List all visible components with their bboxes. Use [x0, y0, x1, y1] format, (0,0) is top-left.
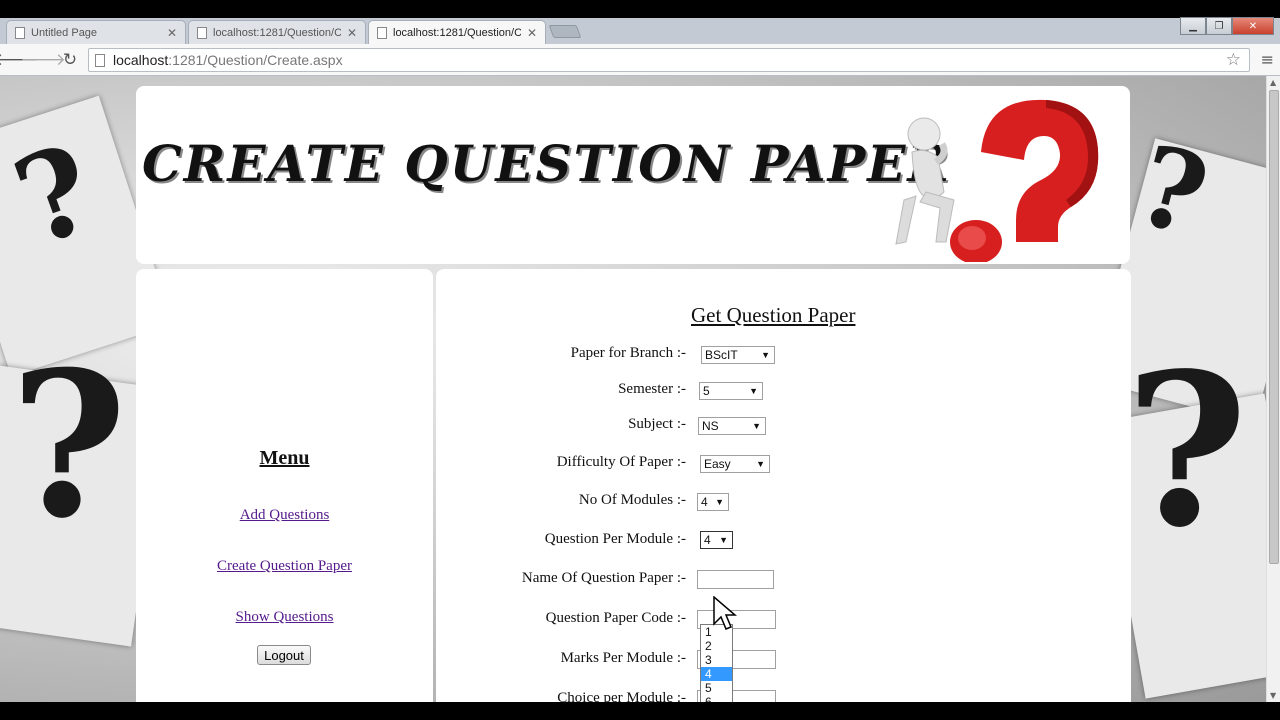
thinking-man-question-mark-icon [895, 99, 1099, 262]
browser-toolbar: 🡐 🡒 ↻ localhost:1281/Question/Create.asp… [0, 44, 1280, 76]
url-path: :1281/Question/Create.aspx [168, 52, 343, 68]
dropdown-option-highlighted[interactable]: 4 [701, 667, 732, 681]
difficulty-select[interactable]: Easy ▼ [700, 455, 770, 473]
tab-label: localhost:1281/Question/C [213, 26, 341, 39]
chevron-down-icon: ▼ [756, 459, 765, 469]
close-icon[interactable]: ✕ [347, 26, 357, 40]
mouse-cursor-icon [713, 596, 737, 630]
logout-button[interactable]: Logout [257, 645, 311, 665]
tab-localhost-question-2[interactable]: localhost:1281/Question/C ✕ [368, 20, 546, 45]
add-questions-link[interactable]: Add Questions [136, 507, 433, 524]
tab-label: localhost:1281/Question/C [393, 27, 521, 39]
dropdown-option[interactable]: 6 [701, 695, 732, 702]
form-title: Get Question Paper [691, 303, 856, 327]
taskbar-edge [0, 702, 1280, 720]
choice-label: Choice per Module :- [557, 690, 686, 702]
question-mark-decoration: ? [1125, 327, 1249, 574]
chevron-down-icon: ▼ [715, 497, 724, 507]
menu-icon[interactable]: ≡ [1261, 50, 1274, 69]
form-panel: Get Question Paper Paper for Branch :- B… [436, 269, 1131, 702]
name-label: Name Of Question Paper :- [521, 570, 686, 586]
tab-untitled-page[interactable]: Untitled Page ✕ [6, 20, 186, 44]
create-question-paper-link[interactable]: Create Question Paper [136, 558, 433, 575]
branch-select[interactable]: BScIT ▼ [701, 346, 775, 364]
window-controls: ▁ ❐ ✕ [1180, 17, 1274, 35]
page-scrollbar[interactable]: ▲ ▼ [1266, 76, 1280, 702]
modules-select[interactable]: 4 ▼ [697, 493, 729, 511]
address-bar[interactable]: localhost:1281/Question/Create.aspx ☆ [88, 48, 1250, 72]
qpm-dropdown-list[interactable]: 1 2 3 4 5 6 7 8 [700, 624, 733, 702]
question-mark-decoration: ? [10, 328, 128, 563]
modules-label: No Of Modules :- [578, 492, 686, 508]
page-icon [95, 53, 105, 67]
dropdown-option[interactable]: 3 [701, 653, 732, 667]
close-icon[interactable]: ✕ [167, 26, 177, 40]
difficulty-value: Easy [704, 457, 731, 471]
chevron-down-icon: ▼ [749, 386, 758, 396]
difficulty-label: Difficulty Of Paper :- [556, 454, 686, 470]
semester-select[interactable]: 5 ▼ [699, 382, 763, 400]
modules-value: 4 [701, 495, 708, 509]
bookmark-star-icon[interactable]: ☆ [1226, 50, 1241, 70]
window-close-icon[interactable]: ✕ [1232, 17, 1274, 35]
paper-name-input[interactable] [697, 570, 774, 589]
dropdown-option[interactable]: 5 [701, 681, 732, 695]
page-icon [377, 27, 387, 39]
subject-label: Subject :- [628, 416, 686, 432]
page-icon [15, 26, 25, 39]
scroll-thumb[interactable] [1269, 90, 1279, 564]
code-label: Question Paper Code :- [545, 610, 686, 626]
qpm-label: Question Per Module :- [544, 531, 686, 547]
menu-title: Menu [259, 447, 310, 469]
marks-label: Marks Per Module :- [560, 650, 686, 666]
tab-label: Untitled Page [31, 26, 98, 39]
dropdown-option[interactable]: 2 [701, 639, 732, 653]
page-icon [197, 26, 207, 39]
chevron-down-icon: ▼ [761, 350, 770, 360]
qpm-select[interactable]: 4 ▼ [700, 531, 733, 549]
forward-icon[interactable]: 🡒 [20, 49, 66, 71]
title-bar [0, 0, 1280, 18]
reload-icon[interactable]: ↻ [59, 49, 81, 71]
branch-value: BScIT [705, 348, 738, 362]
header-banner: CREATE QUESTION PAPER [136, 86, 1130, 264]
new-tab-button[interactable] [548, 25, 582, 38]
subject-select[interactable]: NS ▼ [698, 417, 766, 435]
chevron-down-icon: ▼ [752, 421, 761, 431]
close-icon[interactable]: ✕ [527, 26, 537, 40]
tab-localhost-question-1[interactable]: localhost:1281/Question/C ✕ [188, 20, 366, 44]
browser-chrome: Untitled Page ✕ localhost:1281/Question/… [0, 0, 1280, 76]
qpm-value: 4 [704, 533, 711, 547]
show-questions-link[interactable]: Show Questions [136, 609, 433, 626]
semester-label: Semester :- [618, 381, 686, 397]
subject-value: NS [702, 419, 719, 433]
scroll-up-icon[interactable]: ▲ [1270, 78, 1276, 87]
url-host: localhost [113, 52, 169, 68]
scroll-down-icon[interactable]: ▼ [1270, 691, 1276, 700]
page-title: CREATE QUESTION PAPER [142, 134, 951, 193]
chevron-down-icon: ▼ [719, 535, 728, 545]
restore-icon[interactable]: ❐ [1206, 17, 1232, 35]
minimize-icon[interactable]: ▁ [1180, 17, 1206, 35]
page-viewport: ? ? ? ? CREATE QUESTION PAPER Menu Add Q… [0, 76, 1266, 702]
semester-value: 5 [703, 384, 710, 398]
branch-label: Paper for Branch :- [570, 345, 686, 361]
menu-panel: Menu Add Questions Create Question Paper… [136, 269, 433, 702]
